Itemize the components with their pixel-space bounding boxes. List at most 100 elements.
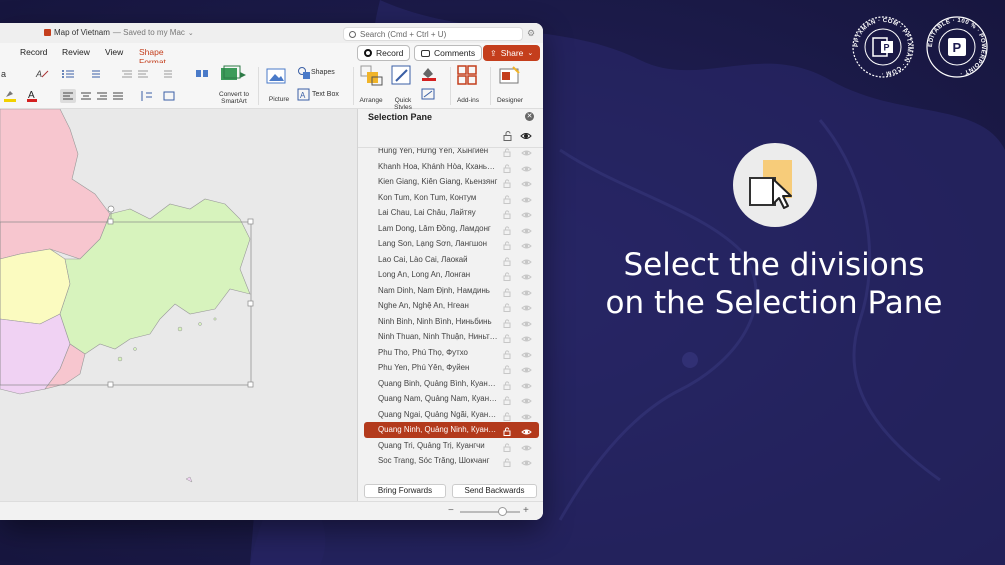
- record-button[interactable]: Record: [357, 45, 411, 61]
- smartart-icon[interactable]: [218, 64, 248, 84]
- selection-item-name: Quang Ngai, Quảng Ngãi, Куангнгай: [378, 409, 498, 419]
- search-icon: [349, 30, 356, 38]
- text-box-label: Text Box: [312, 91, 339, 98]
- selection-list-item[interactable]: Phu Yen, Phú Yên, Фуйен: [364, 360, 539, 376]
- zoom-out-button[interactable]: −: [448, 505, 454, 516]
- selection-list-item[interactable]: Quang Tri, Quảng Trị, Куангчи: [364, 438, 539, 454]
- title-bar: Map of Vietnam — Saved to my Mac ⌄ Searc…: [0, 23, 543, 43]
- quick-styles-icon[interactable]: [391, 65, 413, 87]
- selection-list-item[interactable]: Soc Trang, Sóc Trăng, Шокчанг: [364, 453, 539, 469]
- ribbon-divider: [490, 67, 491, 105]
- vietnam-map[interactable]: [0, 109, 357, 501]
- selection-list-item[interactable]: Quang Nam, Quảng Nam, Куангнам: [364, 391, 539, 407]
- editable-badge: EDITABLE · 100 % · POWERPOINT · P: [926, 16, 988, 78]
- selection-list-item[interactable]: Lai Chau, Lai Châu, Лайтяу: [364, 205, 539, 221]
- selection-list-item[interactable]: Quang Ninh, Quảng Ninh, Куангнинь: [364, 422, 539, 438]
- selection-item-name: Lam Dong, Lâm Đồng, Ламдонг: [378, 223, 491, 233]
- designer-icon[interactable]: [499, 65, 521, 87]
- shapes-label: Shapes: [311, 69, 335, 76]
- comment-icon: [421, 49, 430, 57]
- selection-item-name: Lao Cai, Lào Cai, Лаокай: [378, 254, 468, 264]
- comments-button[interactable]: Comments: [414, 45, 483, 61]
- tab-review[interactable]: Review: [62, 47, 90, 57]
- lock-icon[interactable]: [503, 457, 512, 469]
- settings-icon[interactable]: ⚙: [527, 28, 535, 39]
- selection-item-name: Quang Nam, Quảng Nam, Куангнам: [378, 394, 498, 403]
- selection-item-name: Khanh Hoa, Khánh Hòa, Кханьхоа: [378, 161, 498, 171]
- selection-list-item[interactable]: Lang Son, Lạng Sơn, Лангшон: [364, 236, 539, 252]
- selection-pane-feature-icon: [733, 143, 817, 227]
- selection-list-item[interactable]: Khanh Hoa, Khánh Hòa, Кханьхоа: [364, 159, 539, 175]
- selection-list-item[interactable]: Phu Tho, Phú Thọ, Футхо: [364, 345, 539, 361]
- paragraph-list-icons[interactable]: [60, 68, 190, 80]
- chevron-down-icon: ⌄: [527, 50, 534, 57]
- record-icon: [364, 49, 372, 57]
- zoom-slider[interactable]: [460, 511, 520, 513]
- powerpoint-window: Map of Vietnam — Saved to my Mac ⌄ Searc…: [0, 23, 543, 520]
- selection-list-item[interactable]: Quang Binh, Quảng Bình, Куангбинь: [364, 376, 539, 392]
- picture-icon[interactable]: [266, 67, 294, 87]
- send-backwards-button[interactable]: Send Backwards: [452, 484, 537, 498]
- selection-item-name: Soc Trang, Sóc Trăng, Шокчанг: [378, 456, 490, 465]
- selection-item-name: Nghe An, Nghệ An, Нгеан: [378, 301, 469, 310]
- powerpoint-logo-icon: P: [948, 38, 966, 56]
- share-icon: ⇪: [490, 48, 497, 58]
- selection-list-item[interactable]: Son La, Sơn La, Шонла: [364, 469, 539, 470]
- svg-text:a: a: [1, 69, 6, 79]
- zoom-in-button[interactable]: +: [523, 505, 529, 516]
- text-box-icon[interactable]: A: [297, 88, 311, 102]
- search-placeholder: Search (Cmd + Ctrl + U): [360, 29, 447, 39]
- svg-text:P: P: [884, 43, 890, 53]
- highlight-and-font-color-icons[interactable]: A: [0, 89, 56, 103]
- columns-icon[interactable]: [195, 67, 215, 81]
- selection-list-item[interactable]: Kon Tum, Kon Tum, Контум: [364, 190, 539, 206]
- tab-view[interactable]: View: [105, 47, 123, 57]
- selection-list-item[interactable]: Nghe An, Nghệ An, Нгеан: [364, 298, 539, 314]
- selection-list-item[interactable]: Hung Yen, Hưng Yên, Хынгиен: [364, 148, 539, 159]
- selection-list-item[interactable]: Quang Ngai, Quảng Ngãi, Куангнгай: [364, 407, 539, 423]
- bring-forwards-button[interactable]: Bring Forwards: [364, 484, 446, 498]
- headline-line-1: Select the divisions: [623, 247, 925, 283]
- ppt-file-icon: P: [872, 37, 893, 57]
- selection-list-item[interactable]: Ninh Binh, Ninh Bình, Ниньбинь: [364, 314, 539, 330]
- selection-list-items: Hung Yen, Hưng Yên, Хынгиен Khanh Hoa, Kh…: [358, 148, 543, 470]
- selection-list-item[interactable]: Long An, Long An, Лонган: [364, 267, 539, 283]
- picture-label: Picture: [268, 96, 290, 103]
- selection-list-item[interactable]: Ninh Thuan, Ninh Thuận, Ниньтхуан: [364, 329, 539, 345]
- add-ins-icon[interactable]: [457, 65, 479, 87]
- selection-pane: Selection Pane ✕ Hung Yen, Hưng Yên, Хын…: [357, 109, 543, 501]
- status-bar: − +: [0, 501, 543, 520]
- selection-item-name: Phu Tho, Phú Thọ, Футхо: [378, 347, 468, 357]
- close-icon[interactable]: ✕: [525, 112, 534, 121]
- selection-item-name: Kon Tum, Kon Tum, Контум: [378, 192, 477, 202]
- lock-all-icon[interactable]: [503, 131, 513, 141]
- selection-item-name: Son La, Sơn La, Шонла: [378, 469, 498, 470]
- headline: Select the divisions on the Selection Pa…: [604, 246, 944, 322]
- powerpoint-icon: [44, 29, 51, 36]
- selection-list-item[interactable]: Lam Dong, Lâm Đồng, Ламдонг: [364, 221, 539, 237]
- shape-fill-outline-icons[interactable]: [420, 65, 444, 105]
- tab-record[interactable]: Record: [20, 47, 47, 57]
- visibility-eye-icon[interactable]: [521, 457, 532, 469]
- share-button[interactable]: ⇪ Share ⌄: [483, 45, 541, 61]
- arrange-icon[interactable]: [360, 65, 386, 87]
- shapes-icon[interactable]: [297, 66, 311, 80]
- svg-text:A: A: [300, 91, 306, 100]
- selection-list-item[interactable]: Lao Cai, Lào Cai, Лаокай: [364, 252, 539, 268]
- save-status: — Saved to my Mac: [112, 28, 185, 37]
- selection-list-item[interactable]: Nam Dinh, Nam Định, Намдинь: [364, 283, 539, 299]
- alignment-icons[interactable]: [60, 89, 190, 103]
- search-box[interactable]: Search (Cmd + Ctrl + U): [343, 27, 523, 41]
- svg-text:P: P: [953, 40, 962, 55]
- selection-item-name: Lai Chau, Lai Châu, Лайтяу: [378, 208, 476, 217]
- convert-smartart-label: Convert to SmartArt: [219, 91, 249, 105]
- selection-item-name: Ninh Thuan, Ninh Thuận, Ниньтхуан: [378, 332, 498, 341]
- selection-item-name: Quang Tri, Quảng Trị, Куангчи: [378, 440, 485, 450]
- font-style-icons[interactable]: a A: [0, 68, 50, 80]
- slide-canvas[interactable]: [0, 109, 357, 501]
- show-all-icon[interactable]: [520, 131, 532, 141]
- document-title[interactable]: Map of Vietnam — Saved to my Mac ⌄: [44, 28, 194, 37]
- selection-list[interactable]: Hung Yen, Hưng Yên, Хынгиен Khanh Hoa, Kh…: [358, 147, 543, 469]
- selection-list-item[interactable]: Kien Giang, Kiên Giang, Кьензянг: [364, 174, 539, 190]
- zoom-slider-handle[interactable]: [498, 507, 507, 516]
